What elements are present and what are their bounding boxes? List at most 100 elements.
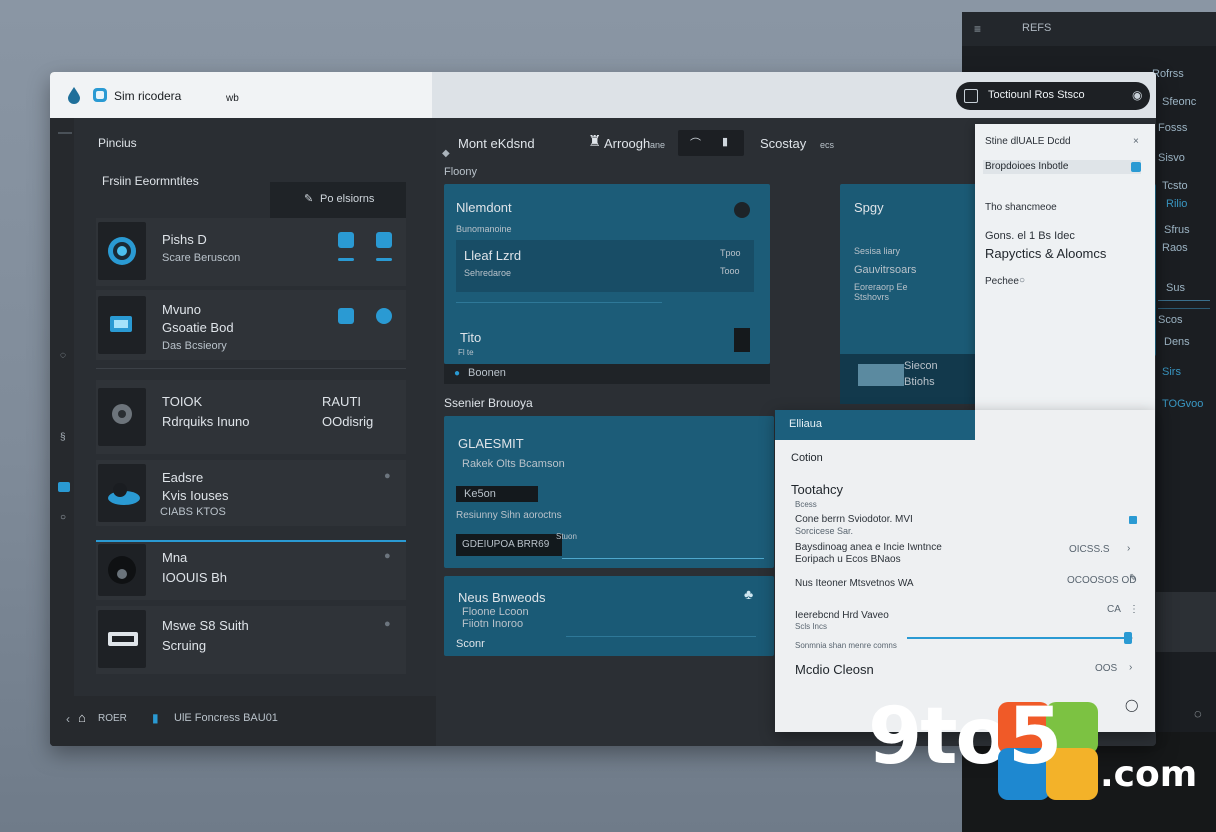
bw-label-2: Sfeonc <box>1162 96 1197 108</box>
item-more-icon[interactable]: ● <box>384 618 391 630</box>
item-thumbnail <box>98 610 146 668</box>
item-meta: CIABS KTOS <box>160 506 226 518</box>
toolbar-right[interactable]: Scostay <box>760 136 806 151</box>
window-title: Sim ricodera <box>114 89 182 103</box>
toolbar-toggle[interactable]: ⌒ ▮ <box>678 130 744 156</box>
circle-icon[interactable]: ○ <box>60 512 66 523</box>
search-text: Toctiounl Ros Stsco <box>988 89 1085 101</box>
row-value-2: Tooo <box>720 266 740 276</box>
item-subtitle: Kvis Iouses <box>162 488 229 503</box>
panel-bar-chip[interactable]: GDEIUPOA BRR69 <box>456 534 562 556</box>
section-title: Pincius <box>98 136 137 150</box>
row-title: Lleaf Lzrd <box>464 248 522 263</box>
section-label-2: Ssenier Brouoya <box>444 396 533 410</box>
detail-line-1: Stine dlUALE Dcdd <box>985 136 1071 147</box>
search-field[interactable]: Toctiounl Ros Stsco ◉ <box>956 82 1150 110</box>
settings-option[interactable]: Cotion <box>791 452 823 464</box>
panel-neus-bnweods[interactable]: Neus Bnweods Floone Lcoon Fiiotn Inoroo … <box>444 576 774 656</box>
detail-highlight-row[interactable]: Bropdoioes Inbotle <box>983 160 1141 174</box>
panel-title: Nlemdont <box>456 200 512 215</box>
setting-row-4-more-icon[interactable]: ⋮ <box>1129 604 1139 615</box>
detail-info-icon[interactable]: ○ <box>1019 275 1025 286</box>
panel-subtitle: Rakek Olts Bcamson <box>462 458 565 470</box>
bw-label-8: Raos <box>1162 242 1188 254</box>
elsiorns-button[interactable]: ✎ Po elsiorns <box>270 182 406 218</box>
settings-header-label: Elliaua <box>789 418 823 430</box>
item-action-icon[interactable] <box>376 232 392 248</box>
item-action-icon[interactable] <box>376 308 392 324</box>
panel-line-4: Stshovrs <box>854 292 890 302</box>
toolbar-mid[interactable]: Arroogh <box>604 136 650 151</box>
sidebar-item-4[interactable]: Eadsre Kvis Iouses CIABS KTOS ● <box>96 460 406 526</box>
panel-glaesmit[interactable]: GLAESMIT Rakek Olts Bcamson Ke5on Resiun… <box>444 416 774 568</box>
panel-title: Spgy <box>854 200 884 215</box>
item-more-icon[interactable]: ● <box>384 470 391 482</box>
menu-icon[interactable]: ≡ <box>974 22 981 36</box>
search-clear-icon[interactable]: ◉ <box>1132 88 1142 102</box>
footer-label: ROER <box>98 713 127 724</box>
bw-block <box>1156 592 1216 652</box>
item-action-icon[interactable] <box>338 308 354 324</box>
sidebar-item-6[interactable]: Mswe S8 Suith Scruing ● <box>96 606 406 674</box>
sidebar-item-5[interactable]: Mna IOOUIS Bh ● <box>96 542 406 600</box>
item-title: Mvuno <box>162 302 202 317</box>
panel-row[interactable]: Lleaf Lzrd Sehredaroe Tpoo Tooo <box>456 240 754 292</box>
toggle-left-icon[interactable]: ⌒ <box>690 135 701 151</box>
item-action-icon[interactable] <box>338 232 354 248</box>
background-window-titlebar: ≡ REFS <box>962 12 1216 46</box>
divider <box>96 368 406 369</box>
item-thumbnail <box>98 464 146 522</box>
panel-subtitle: Bunomanoine <box>456 224 512 234</box>
sidebar-item-2[interactable]: Mvuno Gsoatie Bod Das Bcsieory <box>96 290 406 360</box>
panel-bottom-bar[interactable]: ● Boonen <box>444 364 770 384</box>
detail-heading: Rapyctics & Aloomcs <box>985 246 1107 261</box>
active-rail-icon[interactable] <box>58 482 70 492</box>
item-title: TOIOK <box>162 394 203 409</box>
settings-footer-chevron-icon[interactable]: › <box>1129 662 1132 673</box>
panel-square-icon[interactable] <box>734 328 750 352</box>
item-thumbnail <box>98 388 146 446</box>
back-icon[interactable]: ‹ <box>66 712 70 726</box>
toolbar-mid-suffix: ane <box>650 140 666 150</box>
setting-row-1-toggle[interactable] <box>1129 516 1137 524</box>
bw-label-1: Rofrss <box>1152 68 1184 80</box>
section-label-1: Floony <box>444 166 478 178</box>
sidebar-item-1[interactable]: Pishs D Scare Beruscon <box>96 218 406 286</box>
figure-icon: ♜ <box>588 133 602 150</box>
panel-bottom-label: Boonen <box>468 367 506 379</box>
bookmark-icon[interactable]: ▮ <box>152 711 159 725</box>
toolbar-left[interactable]: Mont eKdsnd <box>458 136 535 151</box>
setting-row-3-edit-icon[interactable]: ✎ <box>1129 573 1137 584</box>
search-icon <box>964 89 978 103</box>
tree-icon[interactable]: ♣ <box>744 586 753 602</box>
item-more-icon[interactable]: ● <box>384 550 391 562</box>
setting-row-1-sub: Sorcicese Sar. <box>795 526 854 536</box>
bw-label-11: Dens <box>1164 336 1190 348</box>
detail-close-icon[interactable]: × <box>1133 136 1139 147</box>
panel-footer-sub: Fl te <box>458 348 474 357</box>
item-thumbnail <box>98 544 146 596</box>
dot-icon[interactable]: ◌ <box>60 350 66 361</box>
link-icon[interactable]: § <box>60 432 66 443</box>
detail-check-icon[interactable] <box>1131 162 1141 172</box>
item-title: Pishs D <box>162 232 207 247</box>
sidebar-item-3[interactable]: TOIOK Rdrquiks Inuno RAUTI OOdisrig <box>96 380 406 454</box>
home-icon[interactable]: ⌂ <box>78 710 86 725</box>
setting-slider-thumb[interactable] <box>1124 632 1133 644</box>
hamburger-icon[interactable] <box>58 132 72 134</box>
panel-line-2: Gauvitrsoars <box>854 264 917 276</box>
setting-row-4-label: Ieerebcnd Hrd Vaveo <box>795 610 889 621</box>
item-subtitle: Gsoatie Bod <box>162 320 234 335</box>
setting-row-2-label: Baysdinoag anea e Incie Iwntnce <box>795 542 942 553</box>
elsiorns-icon: ✎ <box>304 193 314 205</box>
setting-row-2-chevron-icon[interactable]: › <box>1127 543 1130 554</box>
bw-label-9: Sus <box>1166 282 1185 294</box>
toggle-right-icon[interactable]: ▮ <box>722 135 728 148</box>
toolbar-right-suffix: ecs <box>820 140 835 150</box>
panel-nlemdont[interactable]: Nlemdont Bunomanoine Lleaf Lzrd Sehredar… <box>444 184 770 364</box>
search-underline <box>976 118 1148 121</box>
background-window-title: REFS <box>1022 22 1052 34</box>
panel-chip[interactable]: Ke5on <box>456 486 538 502</box>
caret-icon[interactable]: ◆ <box>442 148 450 159</box>
panel-dot-icon[interactable] <box>734 202 750 218</box>
